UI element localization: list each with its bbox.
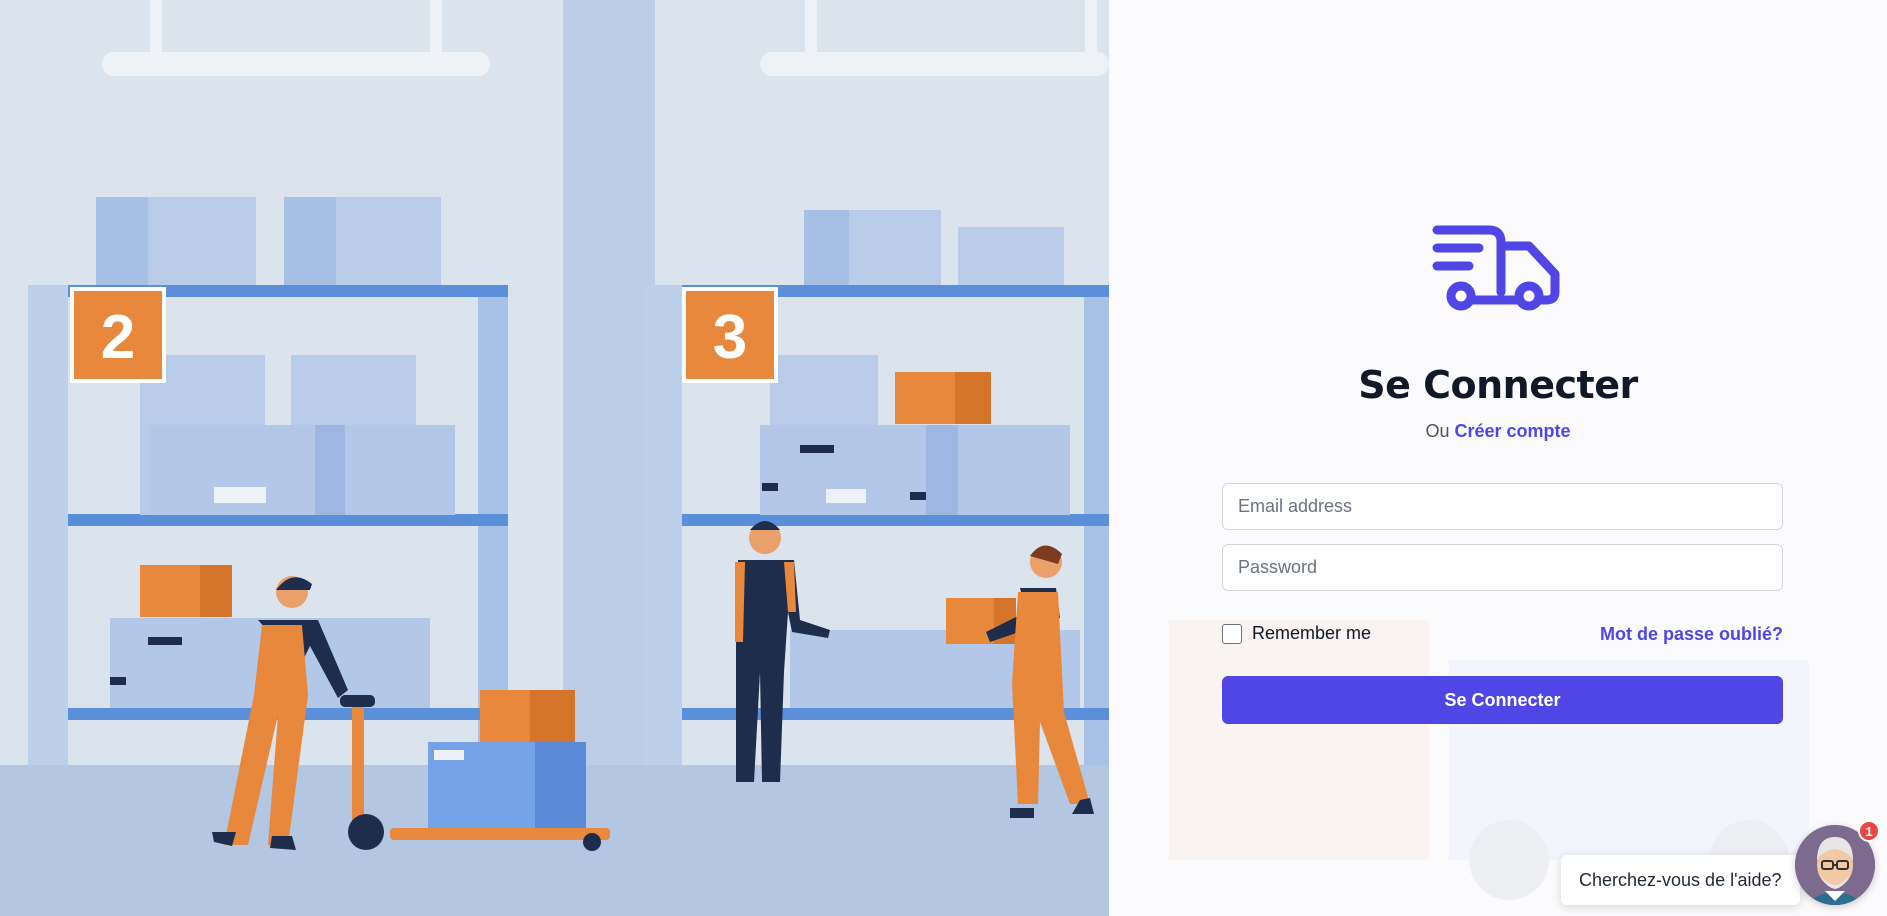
truck-icon bbox=[1432, 225, 1560, 311]
email-field[interactable] bbox=[1222, 483, 1783, 530]
remember-me-row: Remember me bbox=[1222, 623, 1371, 644]
page-title: Se Connecter bbox=[1358, 363, 1638, 407]
warehouse-illustration: 2 3 bbox=[0, 0, 1109, 916]
subtitle-prefix: Ou bbox=[1425, 421, 1450, 441]
login-panel bbox=[1109, 0, 1887, 916]
help-message-text: Cherchez-vous de l'aide? bbox=[1579, 869, 1782, 890]
forgot-password-link[interactable]: Mot de passe oublié? bbox=[1600, 624, 1783, 645]
remember-me-label[interactable]: Remember me bbox=[1252, 623, 1371, 644]
remember-me-checkbox[interactable] bbox=[1222, 623, 1242, 644]
sign-in-button[interactable]: Se Connecter bbox=[1222, 676, 1783, 724]
create-account-link[interactable]: Créer compte bbox=[1454, 421, 1570, 441]
subtitle: Ou Créer compte bbox=[1109, 421, 1887, 442]
shelf-label-2: 2 bbox=[101, 303, 135, 372]
notification-badge: 1 bbox=[1858, 820, 1880, 842]
password-field[interactable] bbox=[1222, 544, 1783, 591]
warehouse-illustration-svg: 2 3 bbox=[0, 0, 1109, 916]
help-message-bubble[interactable]: Cherchez-vous de l'aide? bbox=[1561, 855, 1800, 905]
forklift-background-illustration bbox=[1169, 620, 1809, 900]
shelf-label-3: 3 bbox=[713, 303, 747, 372]
